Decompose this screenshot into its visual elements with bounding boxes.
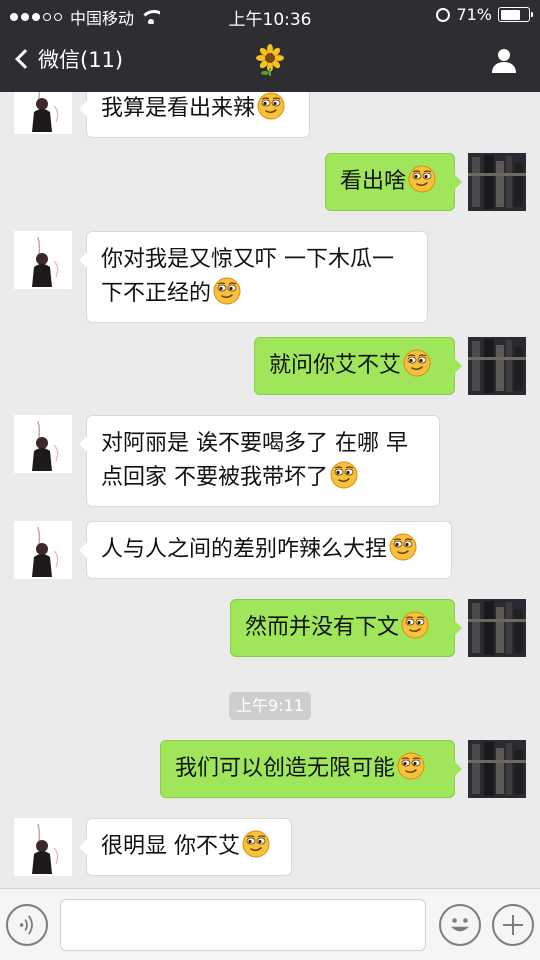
received-message[interactable]: 对阿丽是 诶不要喝多了 在哪 早 点回家 不要被我带坏了 [79,415,440,507]
battery-icon [498,7,533,22]
message-text: 对阿丽是 诶不要喝多了 在哪 早 [101,431,408,456]
smirk-emoji-icon [408,165,436,193]
received-message[interactable]: 人与人之间的差别咋辣么大捏 [79,521,452,579]
sent-message[interactable]: 然而并没有下文 [230,599,462,657]
message-text: 就问你艾不艾 [269,353,402,378]
my-avatar[interactable] [468,599,526,657]
received-message[interactable]: 很明显 你不艾 [79,818,292,876]
message-text: 看出啥 [340,169,407,194]
message-text: 我算是看出来辣 [101,96,256,121]
smirk-emoji-icon [397,752,425,780]
message-text: 人与人之间的差别咋辣么大捏 [101,537,388,562]
emoji-picker-icon[interactable] [439,904,481,946]
status-bar: 中国移动 上午10:36 71% [0,0,540,30]
message-list[interactable]: 我算是看出来辣 看出啥 你对我是又惊又吓 一下木瓜一 下不正经的 就问你艾不艾 … [0,92,540,888]
received-message[interactable]: 我算是看出来辣 [79,92,310,138]
message-text: 我们可以创造无限可能 [175,756,396,781]
chevron-left-icon [15,49,35,69]
smirk-emoji-icon [403,349,431,377]
my-avatar[interactable] [468,740,526,798]
sent-message[interactable]: 我们可以创造无限可能 [160,740,462,798]
message-input-bar [0,888,540,960]
timestamp-divider: 上午9:11 [229,692,311,720]
my-avatar[interactable] [468,153,526,211]
contact-avatar[interactable] [14,415,72,473]
sent-message[interactable]: 看出啥 [325,153,462,211]
smirk-emoji-icon [330,461,358,489]
my-avatar[interactable] [468,337,526,395]
contact-avatar[interactable] [14,521,72,579]
sunflower-icon [256,44,284,76]
back-button[interactable]: 微信(11) [12,44,123,74]
more-options-icon[interactable] [492,904,534,946]
smirk-emoji-icon [213,277,241,305]
battery-percent: 71% [456,5,492,24]
chat-header: 微信(11) [0,30,540,92]
back-label: 微信(11) [38,48,124,72]
contact-avatar[interactable] [14,818,72,876]
contact-avatar[interactable] [14,231,72,289]
alarm-icon [436,7,451,22]
smirk-emoji-icon [401,611,429,639]
smirk-emoji-icon [257,92,285,120]
smirk-emoji-icon [242,830,270,858]
voice-input-icon[interactable] [6,904,48,946]
message-text: 下不正经的 [101,281,212,306]
message-input[interactable] [60,899,426,951]
message-text: 很明显 你不艾 [101,834,240,859]
message-text: 你对我是又惊又吓 一下木瓜一 [101,247,394,272]
received-message[interactable]: 你对我是又惊又吓 一下木瓜一 下不正经的 [79,231,428,323]
sent-message[interactable]: 就问你艾不艾 [254,337,462,395]
user-profile-icon[interactable] [490,46,518,74]
message-text: 点回家 不要被我带坏了 [101,465,328,490]
contact-avatar[interactable] [14,92,72,134]
message-text: 然而并没有下文 [245,615,400,640]
smirk-emoji-icon [389,533,417,561]
